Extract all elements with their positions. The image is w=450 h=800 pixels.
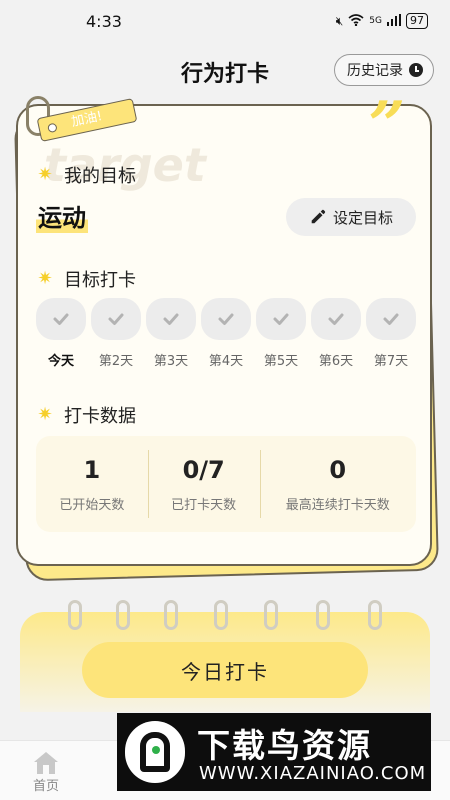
spiral-ring	[316, 600, 330, 630]
clock-icon	[409, 63, 423, 77]
day-check[interactable]	[36, 298, 86, 340]
bird-logo-icon	[125, 721, 185, 783]
day-check[interactable]	[311, 298, 361, 340]
spiral-ring	[116, 600, 130, 630]
stat-checked-days: 0/7 已打卡天数	[147, 436, 260, 532]
day-check[interactable]	[366, 298, 416, 340]
day-label: 第4天	[208, 354, 244, 369]
brand-url: WWW.XIAZAINIAO.COM	[199, 763, 427, 784]
day-item[interactable]: 第7天	[366, 298, 416, 369]
stat-value: 1	[83, 455, 101, 484]
home-icon	[34, 752, 58, 774]
stat-value: 0	[329, 455, 347, 484]
day-check[interactable]	[91, 298, 141, 340]
day-item[interactable]: 第6天	[311, 298, 361, 369]
day-item[interactable]: 第4天	[201, 298, 251, 369]
network-label: 5G	[369, 16, 382, 26]
check-icon	[53, 313, 69, 325]
section-goal-checkin: ✷ 目标打卡	[36, 266, 136, 292]
status-time: 4:33	[86, 12, 122, 31]
check-icon	[383, 313, 399, 325]
tab-home-label: 首页	[32, 779, 59, 794]
check-icon	[218, 313, 234, 325]
check-icon	[163, 313, 179, 325]
spiral-ring	[368, 600, 382, 630]
stat-max-streak: 0 最高连续打卡天数	[259, 436, 416, 532]
status-icons: 🔇︎ 5G 97	[336, 13, 428, 29]
day-item[interactable]: 第3天	[146, 298, 196, 369]
section-checkin-data: ✷ 打卡数据	[36, 402, 136, 428]
spiral-ring	[264, 600, 278, 630]
spiral-ring	[214, 600, 228, 630]
day-item[interactable]: 第2天	[91, 298, 141, 369]
set-goal-button[interactable]: 设定目标	[286, 198, 416, 236]
checkin-today-button[interactable]: 今日打卡	[82, 642, 368, 698]
day-label: 第5天	[263, 354, 299, 369]
check-icon	[328, 313, 344, 325]
stat-started-days: 1 已开始天数	[36, 436, 148, 532]
sparkle-icon: ✷	[37, 268, 53, 289]
goal-checkin-heading: 目标打卡	[64, 270, 136, 291]
day-item[interactable]: 第5天	[256, 298, 306, 369]
stat-label: 最高连续打卡天数	[285, 497, 390, 513]
header: 行为打卡 历史记录	[0, 50, 450, 90]
status-bar: 4:33 🔇︎ 5G 97	[0, 0, 450, 44]
spiral-ring	[164, 600, 178, 630]
day-check[interactable]	[256, 298, 306, 340]
battery-indicator: 97	[406, 13, 428, 29]
brand-watermark: 下载鸟资源 WWW.XIAZAINIAO.COM	[117, 713, 431, 791]
pen-icon	[311, 209, 326, 224]
day-label: 第7天	[373, 354, 409, 369]
stat-label: 已开始天数	[59, 497, 125, 513]
sparkle-icon: ✷	[37, 164, 53, 185]
spiral-ring	[68, 600, 82, 630]
day-label: 第3天	[153, 354, 189, 369]
day-check[interactable]	[146, 298, 196, 340]
mute-icon: 🔇︎	[335, 13, 344, 28]
tab-home[interactable]: 首页	[24, 749, 68, 794]
stats-panel: 1 已开始天数 0/7 已打卡天数 0 最高连续打卡天数	[36, 436, 416, 532]
day-label: 今天	[47, 354, 74, 369]
sparkle-icon: ✷	[37, 404, 53, 425]
day-label: 第6天	[318, 354, 354, 369]
check-icon	[108, 313, 124, 325]
brand-name: 下载鸟资源	[197, 726, 372, 765]
day-item[interactable]: 今天	[36, 298, 86, 369]
history-button[interactable]: 历史记录	[334, 54, 434, 86]
day-checkin-row: 今天 第2天 第3天 第4天 第5天 第6天 第7天	[36, 298, 416, 369]
stat-value: 0/7	[182, 455, 225, 484]
check-icon	[273, 313, 289, 325]
day-label: 第2天	[98, 354, 134, 369]
history-label: 历史记录	[347, 63, 403, 79]
my-goal-heading: 我的目标	[64, 166, 136, 187]
goal-value: 运动	[36, 198, 88, 233]
section-my-goal: ✷ 我的目标	[36, 162, 136, 188]
stat-label: 已打卡天数	[171, 497, 237, 513]
day-check[interactable]	[201, 298, 251, 340]
set-goal-label: 设定目标	[332, 208, 393, 227]
signal-icon	[387, 13, 401, 29]
checkin-data-heading: 打卡数据	[64, 406, 136, 427]
wifi-icon	[348, 13, 364, 29]
